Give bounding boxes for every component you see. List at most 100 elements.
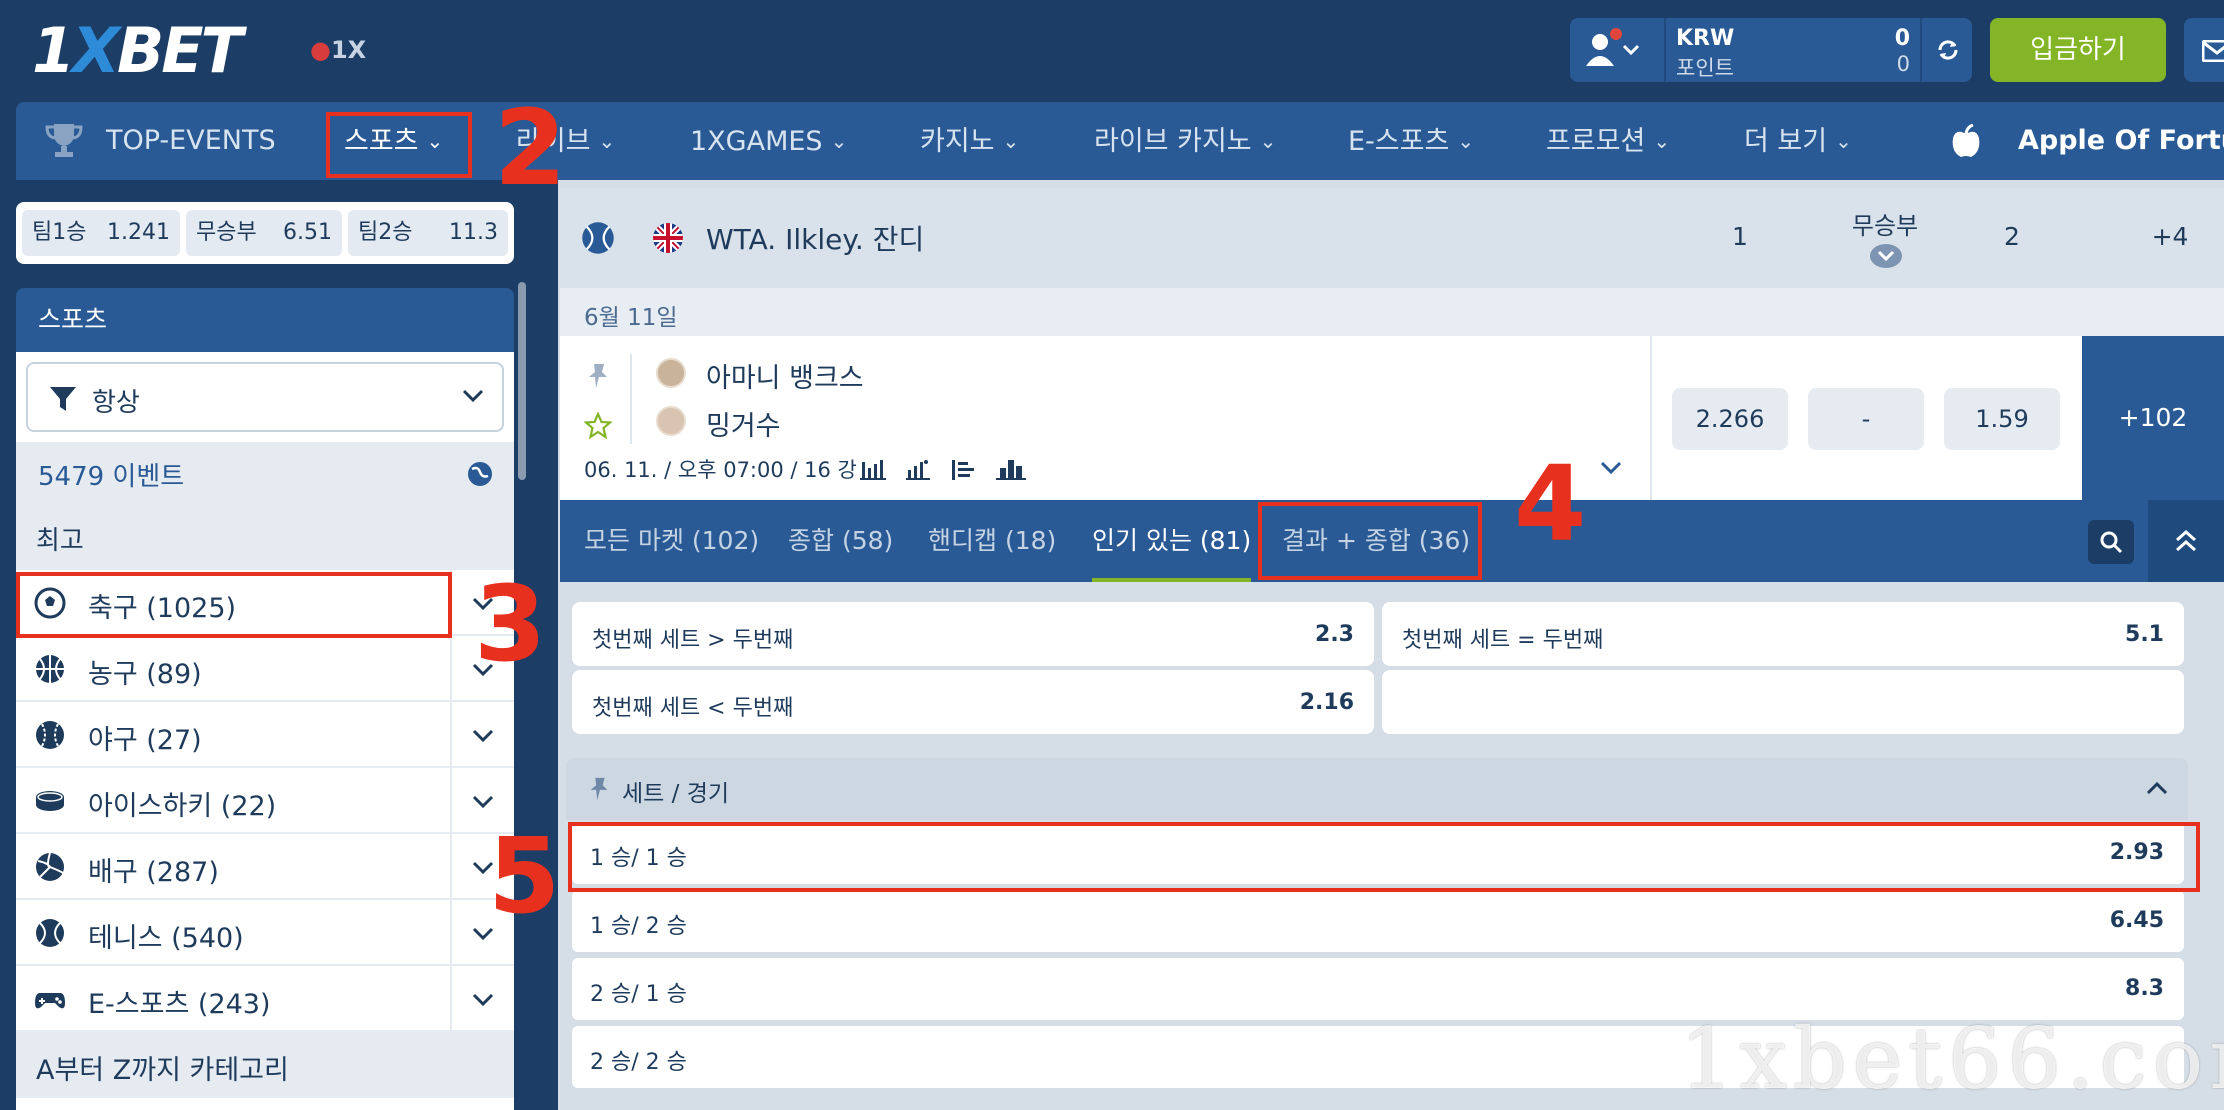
divider xyxy=(1650,336,1652,500)
mail-icon xyxy=(2202,40,2224,62)
league-title[interactable]: WTA. Ilkley. 잔디 xyxy=(706,218,924,258)
double-chevron-up-icon xyxy=(2176,529,2196,552)
currency-label: KRW xyxy=(1676,26,1735,51)
match-odds-group: 2.266 - 1.59 xyxy=(1664,336,2082,500)
col-header-more: +4 xyxy=(2151,222,2189,251)
tennis-ball-icon xyxy=(582,222,614,254)
notification-dot xyxy=(1610,28,1622,40)
sidebar-item-tennis[interactable]: 테니스 (540) xyxy=(16,900,514,966)
player1-avatar xyxy=(656,358,686,388)
quick-odd-team1[interactable]: 팀1승 1.241 xyxy=(22,210,180,256)
refresh-icon xyxy=(1938,40,1958,60)
chevron-up-icon[interactable] xyxy=(2146,780,2168,796)
chevron-down-icon xyxy=(462,389,484,403)
chevron-down-icon xyxy=(472,993,494,1007)
odd-draw-button[interactable]: - xyxy=(1808,388,1924,450)
sidebar-scrollbar[interactable] xyxy=(518,282,526,480)
favorite-star-icon[interactable] xyxy=(584,412,612,440)
nav-esports[interactable]: E-스포츠 ⌄ xyxy=(1348,102,1474,180)
messages-button[interactable] xyxy=(2184,18,2224,82)
pin-icon[interactable] xyxy=(586,776,612,802)
team1-name[interactable]: 아마니 뱅크스 xyxy=(706,356,864,395)
annotation-box-result-total xyxy=(1258,502,1482,580)
match-date-row: 6월 11일 xyxy=(560,288,2224,336)
events-count: 5479 이벤트 xyxy=(38,462,185,492)
player2-avatar xyxy=(656,406,686,436)
quick-odd-team2[interactable]: 팀2승 11.3 xyxy=(348,210,508,256)
time-filter-value: 항상 xyxy=(92,388,140,418)
col-header-draw[interactable]: 무승부 xyxy=(1820,206,1950,241)
team2-name[interactable]: 밍거수 xyxy=(706,404,781,443)
pin-icon[interactable] xyxy=(584,362,612,390)
points-label: 포인트 xyxy=(1676,56,1734,80)
chevron-down-icon xyxy=(472,729,494,743)
expand-baseball-button[interactable] xyxy=(450,702,514,768)
volleyball-icon xyxy=(36,852,64,881)
tab-totals[interactable]: 종합 (58) xyxy=(788,500,893,582)
tennis-ball-icon xyxy=(36,919,64,947)
collapse-markets-button[interactable] xyxy=(2148,500,2224,582)
market-cell[interactable]: 첫번째 세트 < 두번째 2.16 xyxy=(572,670,1374,734)
baseball-icon xyxy=(36,721,64,749)
sidebar-item-baseball[interactable]: 야구 (27) xyxy=(16,702,514,768)
events-count-row[interactable]: 5479 이벤트 xyxy=(16,442,514,504)
tab-all-markets[interactable]: 모든 마켓 (102) xyxy=(584,500,759,582)
search-icon xyxy=(2100,531,2123,554)
set-match-title: 세트 / 경기 xyxy=(622,781,730,807)
sidebar-header: 스포츠 xyxy=(16,288,514,352)
logo-badge: ●1X xyxy=(310,36,367,64)
annotation-number: 4 xyxy=(1514,443,1587,565)
odd-team2-button[interactable]: 1.59 xyxy=(1944,388,2060,450)
trophy-icon xyxy=(45,124,83,157)
annotation-box-sports xyxy=(326,112,472,178)
market-cell[interactable]: 첫번째 세트 > 두번째 2.3 xyxy=(572,602,1374,666)
market-search-button[interactable] xyxy=(2088,520,2134,564)
market-cell[interactable]: 첫번째 세트 = 두번째 5.1 xyxy=(1382,602,2184,666)
basketball-icon xyxy=(36,655,64,683)
sidebar-item-volleyball[interactable]: 배구 (287) xyxy=(16,834,514,900)
chevron-down-icon[interactable] xyxy=(1600,460,1622,476)
nav-more[interactable]: 더 보기 ⌄ xyxy=(1744,102,1852,180)
chevron-down-icon xyxy=(472,795,494,809)
apple-icon xyxy=(1952,124,1980,157)
uk-flag-icon xyxy=(653,223,683,253)
set-match-header[interactable]: 세트 / 경기 xyxy=(566,758,2188,820)
nav-casino[interactable]: 카지노 ⌄ xyxy=(920,102,1019,180)
balance-value: 0 xyxy=(1894,26,1910,51)
stats-icons[interactable] xyxy=(860,456,1040,482)
nav-apple-of-fortune[interactable]: Apple Of Fortune xyxy=(2018,102,2224,180)
time-filter-select[interactable]: 항상 xyxy=(26,362,504,432)
nav-1xgames[interactable]: 1XGAMES ⌄ xyxy=(690,102,847,180)
deposit-button[interactable]: 입금하기 xyxy=(1990,18,2166,82)
col-header-1: 1 xyxy=(1732,222,1748,251)
odd-team1-button[interactable]: 2.266 xyxy=(1672,388,1788,450)
chevron-circle-icon[interactable] xyxy=(1870,242,1902,270)
best-section-label: 최고 xyxy=(16,504,514,570)
filter-icon xyxy=(50,387,76,411)
match-row[interactable]: 아마니 뱅크스 밍거수 06. 11. / 오후 07:00 / 16 강 xyxy=(560,336,1664,500)
hockey-puck-icon xyxy=(36,791,64,811)
brand-logo[interactable]: 1XBET xyxy=(32,14,243,87)
tab-popular[interactable]: 인기 있는 (81) xyxy=(1092,500,1252,582)
nav-promotions[interactable]: 프로모션 ⌄ xyxy=(1546,102,1670,180)
user-menu-button[interactable] xyxy=(1570,18,1666,82)
market-cell-empty xyxy=(1382,670,2184,734)
expand-esports-button[interactable] xyxy=(450,966,514,1032)
more-markets-button[interactable]: +102 xyxy=(2082,336,2224,500)
nav-live-casino[interactable]: 라이브 카지노 ⌄ xyxy=(1094,102,1276,180)
site-watermark: 1xbet66.com xyxy=(1680,1010,2224,1108)
league-header: WTA. Ilkley. 잔디 1 무승부 2 +4 xyxy=(560,188,2224,288)
sidebar-item-esports[interactable]: E-스포츠 (243) xyxy=(16,966,514,1032)
account-widget[interactable]: KRW 포인트 0 0 xyxy=(1570,18,1972,82)
refresh-balance-button[interactable] xyxy=(1920,18,1972,82)
annotation-number: 3 xyxy=(474,563,547,685)
sidebar-item-basketball[interactable]: 농구 (89) xyxy=(16,636,514,702)
globe-icon xyxy=(468,462,492,486)
divider xyxy=(630,354,632,444)
tab-handicap[interactable]: 핸디캡 (18) xyxy=(928,500,1056,582)
sidebar-item-ice-hockey[interactable]: 아이스하키 (22) xyxy=(16,768,514,834)
quick-odd-draw[interactable]: 무승부 6.51 xyxy=(186,210,342,256)
set-market-row[interactable]: 1 승/ 2 승 6.45 xyxy=(572,890,2184,952)
nav-top-events[interactable]: TOP-EVENTS xyxy=(106,102,276,180)
a-to-z-categories[interactable]: A부터 Z까지 카테고리 xyxy=(16,1032,514,1098)
